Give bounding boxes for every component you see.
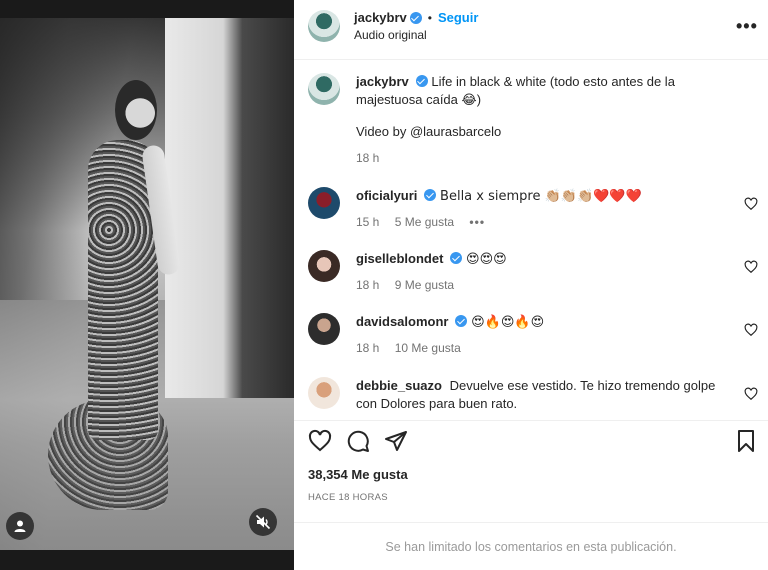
audio-label[interactable]: Audio original (354, 28, 427, 42)
comment-username[interactable]: giselleblondet (356, 251, 443, 266)
comment-more-icon[interactable]: ••• (469, 215, 485, 229)
share-icon[interactable] (384, 429, 408, 453)
comment-avatar[interactable] (308, 377, 340, 409)
comment-likes[interactable]: 10 Me gusta (395, 341, 461, 355)
verified-badge-icon (415, 75, 428, 87)
user-icon (14, 520, 26, 532)
likes-count[interactable]: 38,354 Me gusta (308, 467, 408, 482)
comment-meta: 18 h 10 Me gusta (356, 341, 473, 355)
comment-likes[interactable]: 9 Me gusta (395, 278, 454, 292)
comments-limited-notice: Se han limitado los comentarios en esta … (294, 522, 768, 570)
caption-username[interactable]: jackybrv (356, 74, 409, 89)
author-avatar[interactable] (308, 10, 340, 42)
comments-list[interactable]: jackybrv Life in black & white (todo est… (294, 61, 768, 411)
photo-head (115, 80, 157, 140)
more-options-icon[interactable]: ••• (736, 16, 758, 37)
comment-time: 18 h (356, 341, 380, 355)
caption-meta: 18 h (356, 151, 391, 165)
comment-meta: 18 h 9 Me gusta (356, 278, 466, 292)
verified-badge-icon (455, 315, 468, 327)
comment-item: oficialyuri Bella x siempre 👏🏼👏🏼👏🏼❤️❤️❤️… (308, 187, 758, 237)
bookmark-icon[interactable] (734, 429, 758, 453)
comment-likes[interactable]: 5 Me gusta (395, 215, 454, 229)
comment-text: Bella x siempre 👏🏼👏🏼👏🏼❤️❤️❤️ (440, 189, 642, 204)
comment-text: 😍😍😍 (466, 252, 507, 267)
comment-avatar[interactable] (308, 250, 340, 282)
comment-avatar[interactable] (308, 313, 340, 345)
comment-item: giselleblondet 😍😍😍 18 h 9 Me gusta (308, 250, 758, 300)
comment-time: 15 h (356, 215, 380, 229)
follow-button[interactable]: Seguir (438, 10, 478, 25)
speaker-muted-icon (255, 514, 271, 530)
comment-username[interactable]: davidsalomonr (356, 314, 448, 329)
comment-username[interactable]: debbie_suazo (356, 378, 442, 393)
comment-text-block: debbie_suazo Devuelve ese vestido. Te hi… (356, 377, 736, 411)
comment-text-block: davidsalomonr 😍🔥😍🔥😍 (356, 313, 736, 332)
author-row: jackybrv • Seguir (354, 10, 478, 25)
comment-avatar[interactable] (308, 187, 340, 219)
comment-meta: 15 h 5 Me gusta ••• (356, 215, 497, 229)
comment-username[interactable]: oficialyuri (356, 188, 417, 203)
comment-like-heart-icon[interactable] (744, 260, 758, 274)
tagged-users-button[interactable] (6, 512, 34, 540)
comment-time: 18 h (356, 278, 380, 292)
caption: jackybrv Life in black & white (todo est… (308, 73, 758, 183)
verified-badge-icon (450, 252, 463, 264)
post-panel: jackybrv • Seguir Audio original ••• jac… (294, 0, 768, 570)
comment-text: 😍🔥😍🔥😍 (471, 315, 545, 330)
caption-avatar[interactable] (308, 73, 340, 105)
verified-badge-icon (409, 11, 422, 24)
comment-like-heart-icon[interactable] (744, 323, 758, 337)
comment-item: debbie_suazo Devuelve ese vestido. Te hi… (308, 377, 758, 411)
post-media[interactable] (0, 0, 294, 570)
separator-dot: • (427, 10, 432, 25)
post-time: HACE 18 HORAS (308, 492, 388, 503)
mute-button[interactable] (249, 508, 277, 536)
comment-icon[interactable] (346, 429, 370, 453)
caption-credit: Video by @laurasbarcelo (356, 124, 502, 139)
photo-wall (165, 18, 294, 398)
comment-like-heart-icon[interactable] (744, 387, 758, 401)
comment-text-block: giselleblondet 😍😍😍 (356, 250, 736, 269)
verified-badge-icon (424, 189, 437, 201)
post-header: jackybrv • Seguir Audio original ••• (294, 0, 768, 60)
caption-time: 18 h (356, 151, 380, 165)
comment-item: davidsalomonr 😍🔥😍🔥😍 18 h 10 Me gusta (308, 313, 758, 363)
author-username[interactable]: jackybrv (354, 10, 407, 25)
caption-text-block: jackybrv Life in black & white (todo est… (356, 73, 736, 141)
comment-text-block: oficialyuri Bella x siempre 👏🏼👏🏼👏🏼❤️❤️❤️ (356, 187, 736, 206)
comment-like-heart-icon[interactable] (744, 197, 758, 211)
heart-icon[interactable] (308, 429, 332, 453)
